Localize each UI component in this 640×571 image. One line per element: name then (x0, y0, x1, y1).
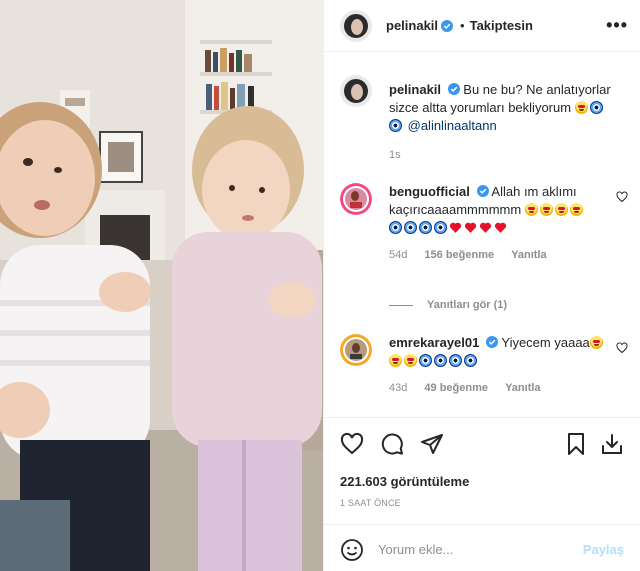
evil-eye-emoji-icon (389, 221, 402, 234)
action-icon-row (340, 432, 624, 458)
header-username[interactable]: pelinakil (386, 18, 438, 33)
star-struck-emoji-icon (569, 203, 583, 216)
evil-eye-emoji-icon (389, 119, 402, 132)
comment-age: 54d (389, 249, 408, 261)
post-header: pelinakil • Takiptesin ••• (324, 0, 640, 52)
star-struck-emoji-icon (524, 203, 538, 216)
smiley-icon[interactable] (340, 538, 364, 562)
evil-eye-emoji-icon (589, 101, 603, 114)
comment-item: emrekarayel01 Yiyecem yaaaa 43d 49 beğen… (340, 334, 628, 394)
star-struck-emoji-icon (539, 203, 553, 216)
comment-text: Yiyecem yaaaa (501, 335, 590, 350)
evil-eye-emoji-icon (434, 354, 447, 367)
caption-username[interactable]: pelinakil (389, 82, 441, 97)
verified-icon (476, 185, 489, 197)
view-replies-button[interactable]: Yanıtları gör (1) (389, 299, 507, 311)
follow-status-button[interactable]: Takiptesin (470, 18, 533, 33)
verified-icon (447, 83, 460, 95)
comment-age: 43d (389, 382, 408, 394)
comment-icon[interactable] (380, 432, 404, 456)
evil-eye-emoji-icon (449, 354, 462, 367)
red-heart-emoji-icon (464, 222, 477, 233)
post-video[interactable] (0, 0, 323, 571)
laughing-emoji-icon (574, 101, 588, 114)
post-timestamp: 1 SAAT ÖNCE (340, 498, 401, 508)
evil-eye-emoji-icon (404, 221, 417, 234)
post-comment-button[interactable]: Paylaş (583, 542, 624, 557)
caption: pelinakil Bu ne bu? Ne anlatıyorlar sizc… (340, 75, 628, 161)
evil-eye-emoji-icon (419, 221, 432, 234)
like-comment-icon[interactable] (616, 191, 628, 203)
post-sidebar: pelinakil • Takiptesin ••• pelinakil Bu … (323, 0, 640, 571)
star-struck-emoji-icon (589, 336, 603, 349)
red-heart-emoji-icon (494, 222, 507, 233)
reply-button[interactable]: Yanıtla (505, 382, 540, 394)
comment-composer: Paylaş (324, 524, 640, 571)
red-heart-emoji-icon (449, 222, 462, 233)
separator-dot: • (460, 18, 465, 33)
video-frame (0, 0, 323, 571)
view-count[interactable]: 221.603 görüntüleme (340, 474, 469, 489)
evil-eye-emoji-icon (464, 354, 477, 367)
comment-input[interactable] (378, 542, 583, 557)
verified-icon (441, 19, 454, 32)
avatar[interactable] (340, 183, 372, 215)
mention-link[interactable]: @alinlinaaltann (408, 118, 497, 133)
avatar[interactable] (340, 75, 372, 107)
comment-item: benguofficial Allah ım aklımı kaçırıcaaa… (340, 183, 628, 261)
evil-eye-emoji-icon (434, 221, 447, 234)
caption-time: 1s (389, 149, 401, 161)
avatar[interactable] (340, 9, 372, 42)
comment-username[interactable]: benguofficial (389, 184, 470, 199)
star-struck-emoji-icon (404, 354, 417, 367)
comment-likes[interactable]: 49 beğenme (424, 382, 488, 394)
bookmark-icon[interactable] (564, 432, 588, 456)
reply-button[interactable]: Yanıtla (511, 249, 546, 261)
paper-plane-icon[interactable] (420, 432, 444, 456)
avatar[interactable] (340, 334, 372, 366)
more-options-icon[interactable]: ••• (606, 15, 628, 36)
red-heart-emoji-icon (479, 222, 492, 233)
star-struck-emoji-icon (389, 354, 402, 367)
download-icon[interactable] (600, 432, 624, 456)
heart-icon[interactable] (340, 432, 364, 456)
post-actions: 221.603 görüntüleme 1 SAAT ÖNCE Paylaş (324, 417, 640, 571)
evil-eye-emoji-icon (419, 354, 432, 367)
verified-icon (485, 336, 498, 348)
comment-likes[interactable]: 156 beğenme (424, 249, 494, 261)
like-comment-icon[interactable] (616, 342, 628, 354)
comments-list[interactable]: pelinakil Bu ne bu? Ne anlatıyorlar sizc… (324, 53, 640, 416)
comment-username[interactable]: emrekarayel01 (389, 335, 479, 350)
star-struck-emoji-icon (554, 203, 568, 216)
